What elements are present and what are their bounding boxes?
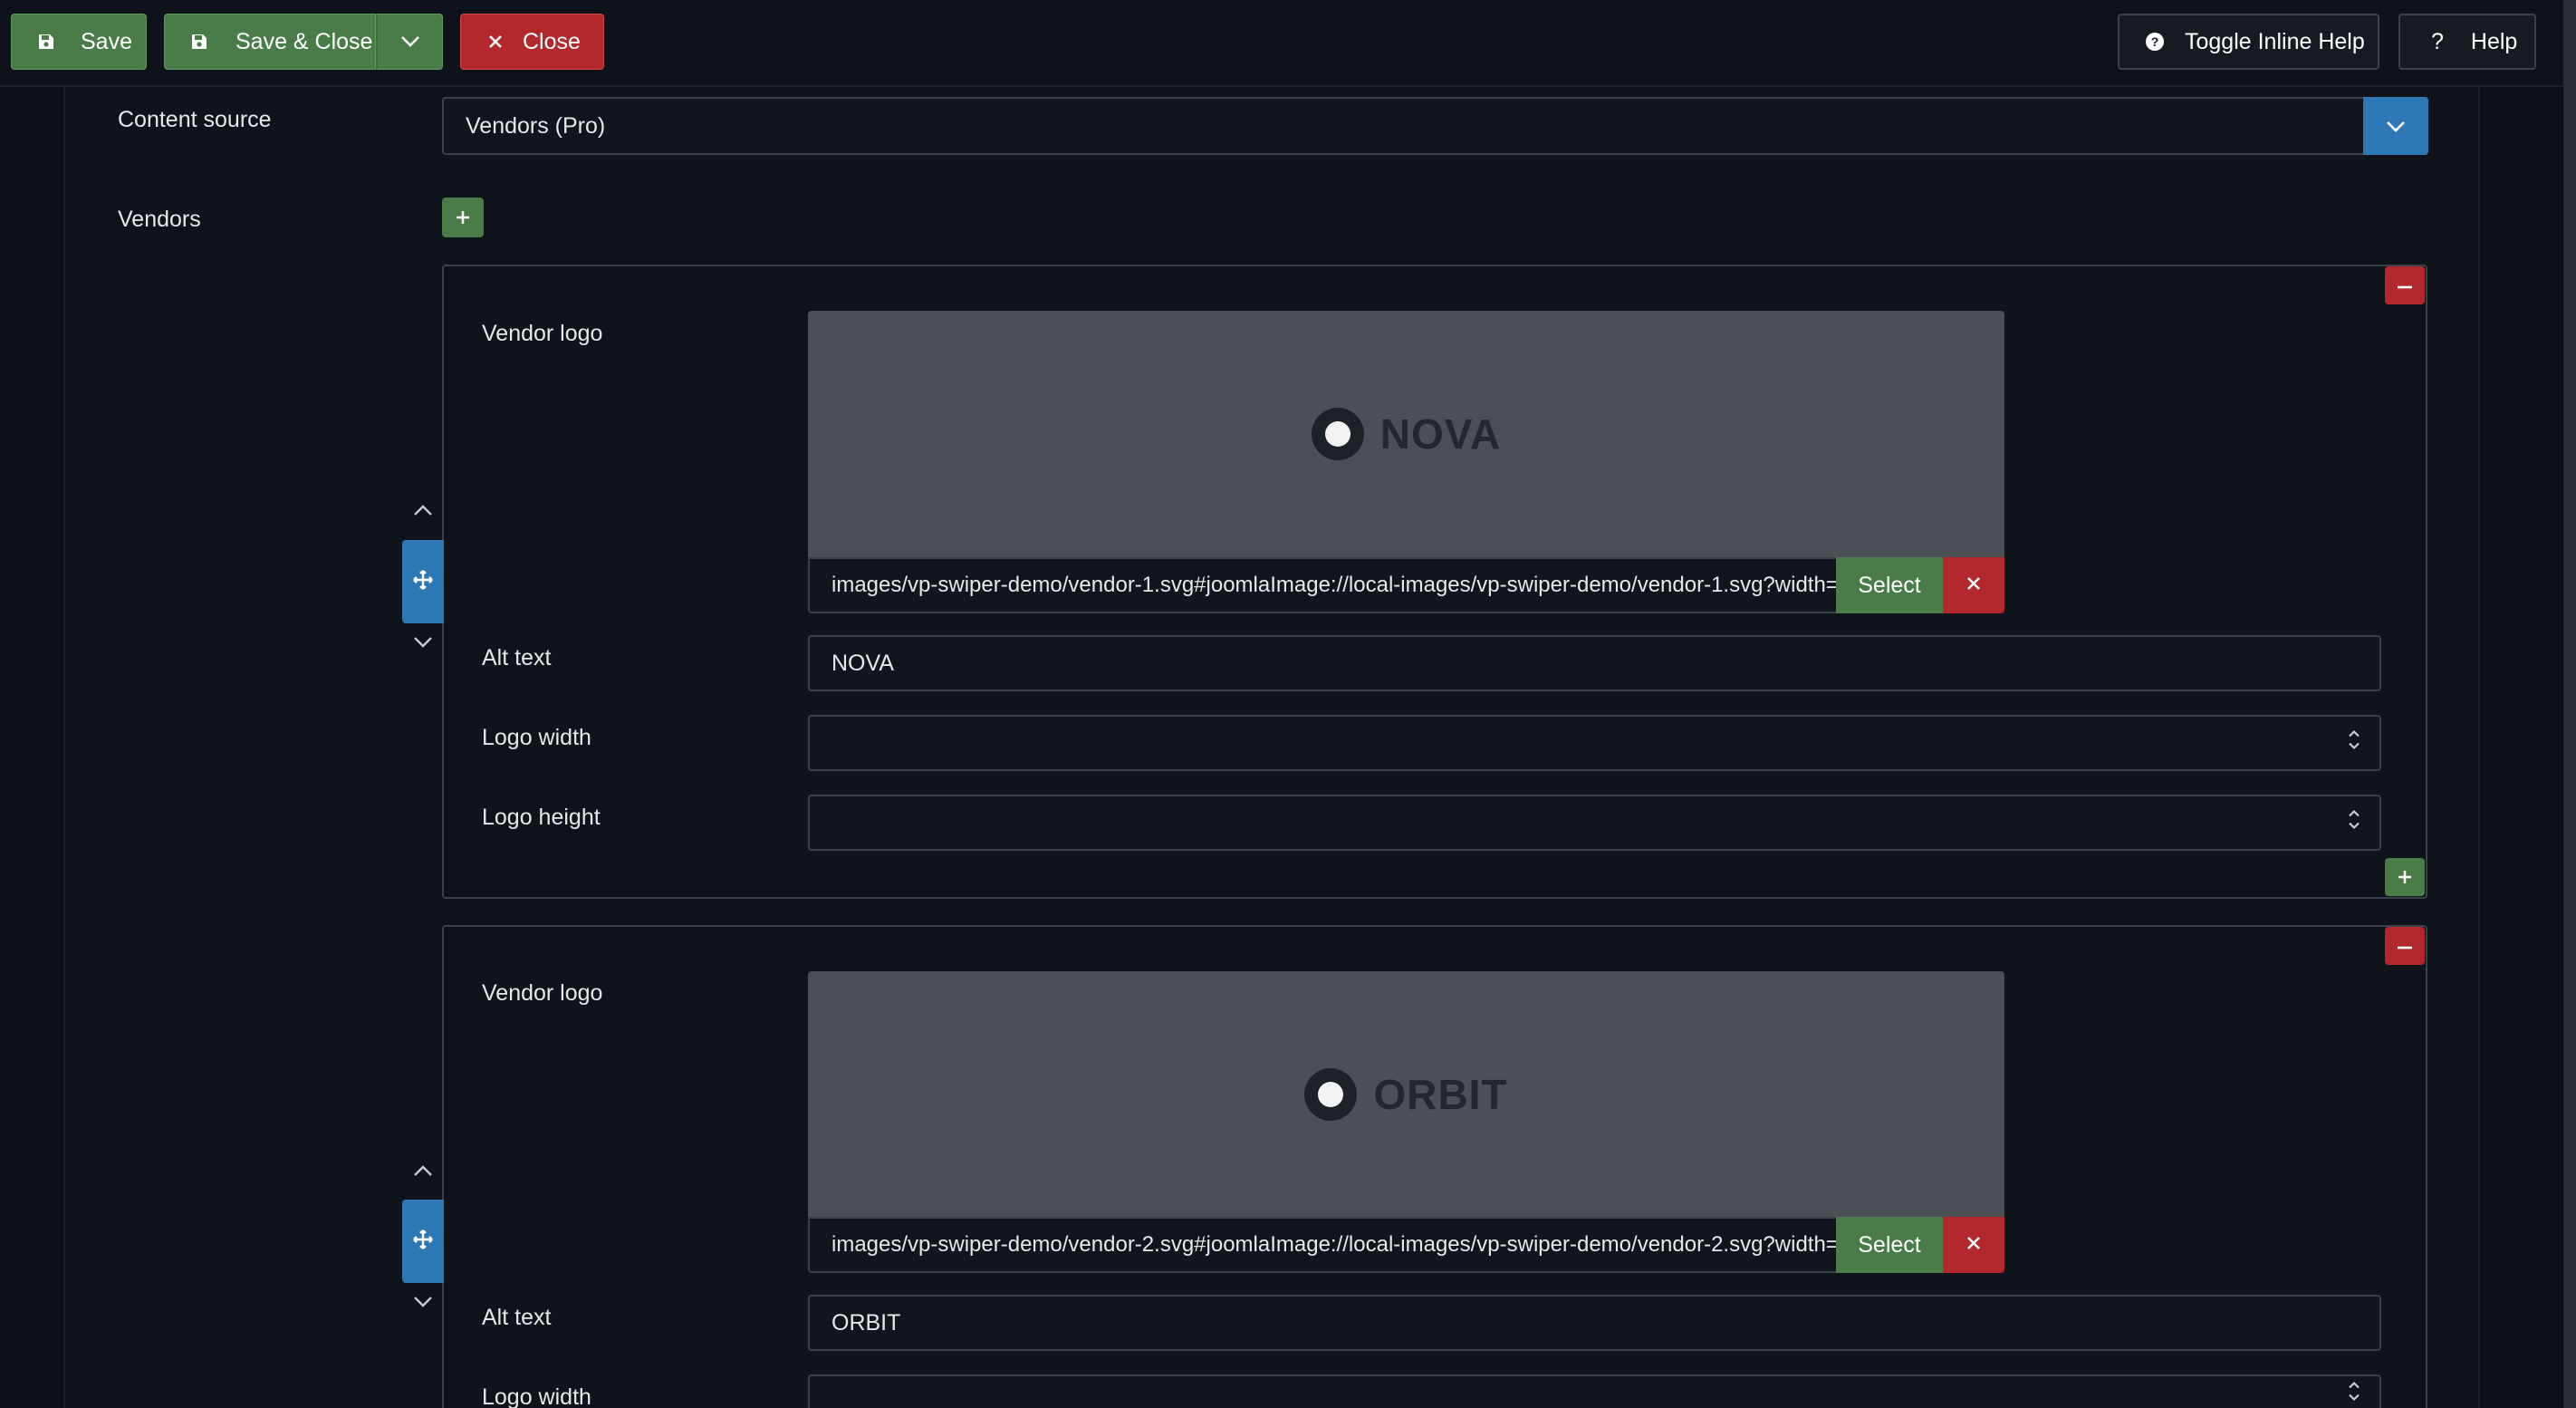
logo-width-label: Logo width [482,725,591,750]
logo-height-label: Logo height [482,805,601,830]
save-close-button[interactable]: Save & Close [164,14,376,70]
close-label: Close [523,28,581,54]
save-close-label: Save & Close [235,28,373,54]
media-field: images/vp-swiper-demo/vendor-1.svg#jooml… [808,557,2004,613]
save-icon [190,33,208,51]
alt-text-label: Alt text [482,1305,552,1330]
help-button[interactable]: ? Help [2398,14,2536,70]
clear-image-button[interactable] [1943,557,2004,613]
spinner-icon[interactable] [2347,807,2361,839]
close-button[interactable]: Close [460,14,604,70]
alt-text-input[interactable]: NOVA [808,635,2381,691]
move-icon [413,569,433,594]
add-vendor-button[interactable] [442,198,484,237]
drag-handle[interactable] [402,1200,444,1283]
logo-preview: NOVA [808,311,2004,557]
plus-icon [455,204,471,231]
toolbar: Save Save & Close Close ? Toggle Inline … [0,0,2576,87]
select-image-button[interactable]: Select [1836,557,1943,613]
vendor-logo-image: ORBIT [1304,1068,1507,1121]
toggle-help-label: Toggle Inline Help [2185,28,2365,54]
select-dropdown-toggle[interactable] [2363,97,2428,155]
select-image-button[interactable]: Select [1836,1217,1943,1273]
vendor-logo-label: Vendor logo [482,980,603,1006]
logo-text: NOVA [1379,410,1502,458]
alt-text-input[interactable]: ORBIT [808,1295,2381,1351]
logo-circle-icon [1311,408,1364,460]
chevron-down-icon [2386,113,2406,140]
chevron-down-icon [400,35,420,48]
chevron-down-icon[interactable] [412,636,434,653]
toggle-inline-help-button[interactable]: ? Toggle Inline Help [2118,14,2379,70]
svg-text:?: ? [2151,34,2159,49]
content-source-select[interactable]: Vendors (Pro) [442,97,2428,155]
question-icon: ? [2431,28,2444,54]
plus-icon [2397,863,2413,891]
move-icon [413,1229,433,1254]
logo-circle-icon [1304,1068,1358,1121]
content-source-value: Vendors (Pro) [466,112,606,139]
logo-text: ORBIT [1373,1071,1508,1118]
clear-image-button[interactable] [1943,1217,2004,1273]
close-icon [488,34,503,49]
minus-icon [2397,938,2413,954]
right-rail [2482,87,2576,1408]
content-source-label: Content source [118,107,272,132]
spinner-icon[interactable] [2347,728,2361,759]
media-field: images/vp-swiper-demo/vendor-2.svg#jooml… [808,1217,2004,1273]
close-icon [1966,1236,1981,1255]
vendor-logo-image: NOVA [1311,408,1502,460]
help-label: Help [2470,28,2518,54]
drag-handle[interactable] [402,540,444,623]
close-icon [1966,576,1981,595]
spinner-icon[interactable] [2347,1379,2361,1408]
save-button[interactable]: Save [11,14,147,70]
question-circle-icon: ? [2145,32,2165,52]
remove-vendor-button[interactable] [2385,927,2425,965]
chevron-up-icon[interactable] [412,504,434,521]
save-icon [37,33,55,51]
minus-icon [2397,277,2413,294]
logo-width-input[interactable] [808,1374,2381,1408]
window-edge [2563,0,2576,1408]
image-path-input[interactable]: images/vp-swiper-demo/vendor-2.svg#jooml… [808,1217,1836,1273]
vendors-label: Vendors [118,207,201,232]
logo-width-label: Logo width [482,1384,591,1408]
chevron-up-icon[interactable] [412,1164,434,1181]
save-label: Save [81,28,132,54]
save-options-dropdown[interactable] [376,14,443,70]
chevron-down-icon[interactable] [412,1296,434,1313]
logo-width-input[interactable] [808,715,2381,771]
image-path-input[interactable]: images/vp-swiper-demo/vendor-1.svg#jooml… [808,557,1836,613]
logo-preview: ORBIT [808,971,2004,1218]
alt-text-label: Alt text [482,645,552,670]
vendor-logo-label: Vendor logo [482,321,603,346]
logo-height-input[interactable] [808,795,2381,851]
remove-vendor-button[interactable] [2385,266,2425,304]
add-vendor-after-button[interactable] [2385,858,2425,896]
